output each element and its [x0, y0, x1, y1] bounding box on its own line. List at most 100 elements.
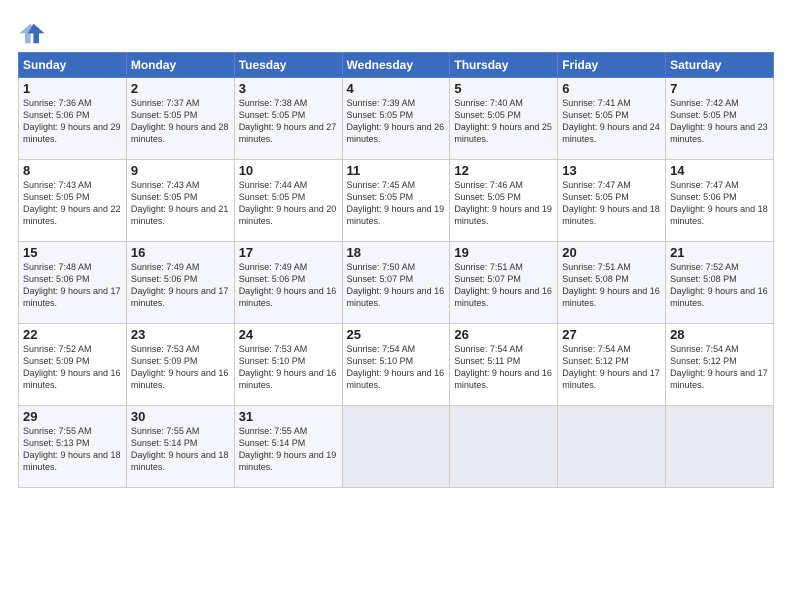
- day-info: Sunrise: 7:52 AM Sunset: 5:08 PM Dayligh…: [670, 261, 769, 310]
- calendar-cell: 21 Sunrise: 7:52 AM Sunset: 5:08 PM Dayl…: [666, 242, 774, 324]
- day-info: Sunrise: 7:49 AM Sunset: 5:06 PM Dayligh…: [131, 261, 230, 310]
- calendar-cell: 5 Sunrise: 7:40 AM Sunset: 5:05 PM Dayli…: [450, 78, 558, 160]
- calendar-page: SundayMondayTuesdayWednesdayThursdayFrid…: [0, 0, 792, 612]
- calendar-cell: 24 Sunrise: 7:53 AM Sunset: 5:10 PM Dayl…: [234, 324, 342, 406]
- calendar-cell: 17 Sunrise: 7:49 AM Sunset: 5:06 PM Dayl…: [234, 242, 342, 324]
- calendar-cell: 7 Sunrise: 7:42 AM Sunset: 5:05 PM Dayli…: [666, 78, 774, 160]
- day-number: 29: [23, 409, 122, 424]
- day-info: Sunrise: 7:43 AM Sunset: 5:05 PM Dayligh…: [23, 179, 122, 228]
- day-number: 16: [131, 245, 230, 260]
- day-info: Sunrise: 7:43 AM Sunset: 5:05 PM Dayligh…: [131, 179, 230, 228]
- day-number: 31: [239, 409, 338, 424]
- day-number: 14: [670, 163, 769, 178]
- weekday-header-wednesday: Wednesday: [342, 53, 450, 78]
- weekday-header-tuesday: Tuesday: [234, 53, 342, 78]
- calendar-cell: 12 Sunrise: 7:46 AM Sunset: 5:05 PM Dayl…: [450, 160, 558, 242]
- calendar-cell: 20 Sunrise: 7:51 AM Sunset: 5:08 PM Dayl…: [558, 242, 666, 324]
- calendar-cell: 29 Sunrise: 7:55 AM Sunset: 5:13 PM Dayl…: [19, 406, 127, 488]
- day-info: Sunrise: 7:39 AM Sunset: 5:05 PM Dayligh…: [347, 97, 446, 146]
- calendar-cell: 6 Sunrise: 7:41 AM Sunset: 5:05 PM Dayli…: [558, 78, 666, 160]
- day-info: Sunrise: 7:42 AM Sunset: 5:05 PM Dayligh…: [670, 97, 769, 146]
- calendar-cell: 11 Sunrise: 7:45 AM Sunset: 5:05 PM Dayl…: [342, 160, 450, 242]
- day-number: 3: [239, 81, 338, 96]
- day-info: Sunrise: 7:37 AM Sunset: 5:05 PM Dayligh…: [131, 97, 230, 146]
- calendar-cell: 30 Sunrise: 7:55 AM Sunset: 5:14 PM Dayl…: [126, 406, 234, 488]
- day-info: Sunrise: 7:47 AM Sunset: 5:05 PM Dayligh…: [562, 179, 661, 228]
- day-number: 26: [454, 327, 553, 342]
- week-row-3: 15 Sunrise: 7:48 AM Sunset: 5:06 PM Dayl…: [19, 242, 774, 324]
- calendar-cell: 8 Sunrise: 7:43 AM Sunset: 5:05 PM Dayli…: [19, 160, 127, 242]
- day-info: Sunrise: 7:53 AM Sunset: 5:09 PM Dayligh…: [131, 343, 230, 392]
- weekday-header-friday: Friday: [558, 53, 666, 78]
- calendar-table: SundayMondayTuesdayWednesdayThursdayFrid…: [18, 52, 774, 488]
- week-row-4: 22 Sunrise: 7:52 AM Sunset: 5:09 PM Dayl…: [19, 324, 774, 406]
- day-info: Sunrise: 7:41 AM Sunset: 5:05 PM Dayligh…: [562, 97, 661, 146]
- day-info: Sunrise: 7:54 AM Sunset: 5:12 PM Dayligh…: [562, 343, 661, 392]
- day-number: 2: [131, 81, 230, 96]
- week-row-2: 8 Sunrise: 7:43 AM Sunset: 5:05 PM Dayli…: [19, 160, 774, 242]
- day-info: Sunrise: 7:51 AM Sunset: 5:08 PM Dayligh…: [562, 261, 661, 310]
- day-number: 20: [562, 245, 661, 260]
- weekday-header-sunday: Sunday: [19, 53, 127, 78]
- weekday-header-saturday: Saturday: [666, 53, 774, 78]
- weekday-header-thursday: Thursday: [450, 53, 558, 78]
- day-number: 11: [347, 163, 446, 178]
- day-info: Sunrise: 7:52 AM Sunset: 5:09 PM Dayligh…: [23, 343, 122, 392]
- day-number: 24: [239, 327, 338, 342]
- week-row-5: 29 Sunrise: 7:55 AM Sunset: 5:13 PM Dayl…: [19, 406, 774, 488]
- calendar-cell: 28 Sunrise: 7:54 AM Sunset: 5:12 PM Dayl…: [666, 324, 774, 406]
- day-number: 10: [239, 163, 338, 178]
- calendar-cell: 16 Sunrise: 7:49 AM Sunset: 5:06 PM Dayl…: [126, 242, 234, 324]
- day-number: 8: [23, 163, 122, 178]
- calendar-cell: 1 Sunrise: 7:36 AM Sunset: 5:06 PM Dayli…: [19, 78, 127, 160]
- calendar-cell: 9 Sunrise: 7:43 AM Sunset: 5:05 PM Dayli…: [126, 160, 234, 242]
- day-number: 15: [23, 245, 122, 260]
- day-info: Sunrise: 7:49 AM Sunset: 5:06 PM Dayligh…: [239, 261, 338, 310]
- day-number: 30: [131, 409, 230, 424]
- day-number: 18: [347, 245, 446, 260]
- day-number: 6: [562, 81, 661, 96]
- day-info: Sunrise: 7:54 AM Sunset: 5:12 PM Dayligh…: [670, 343, 769, 392]
- logo-icon: [18, 18, 46, 46]
- day-number: 17: [239, 245, 338, 260]
- calendar-cell: 3 Sunrise: 7:38 AM Sunset: 5:05 PM Dayli…: [234, 78, 342, 160]
- day-number: 21: [670, 245, 769, 260]
- calendar-cell: [666, 406, 774, 488]
- calendar-cell: 26 Sunrise: 7:54 AM Sunset: 5:11 PM Dayl…: [450, 324, 558, 406]
- calendar-cell: 10 Sunrise: 7:44 AM Sunset: 5:05 PM Dayl…: [234, 160, 342, 242]
- day-info: Sunrise: 7:55 AM Sunset: 5:14 PM Dayligh…: [239, 425, 338, 474]
- day-number: 1: [23, 81, 122, 96]
- day-info: Sunrise: 7:38 AM Sunset: 5:05 PM Dayligh…: [239, 97, 338, 146]
- day-info: Sunrise: 7:40 AM Sunset: 5:05 PM Dayligh…: [454, 97, 553, 146]
- calendar-cell: 4 Sunrise: 7:39 AM Sunset: 5:05 PM Dayli…: [342, 78, 450, 160]
- day-info: Sunrise: 7:47 AM Sunset: 5:06 PM Dayligh…: [670, 179, 769, 228]
- day-info: Sunrise: 7:53 AM Sunset: 5:10 PM Dayligh…: [239, 343, 338, 392]
- calendar-cell: 25 Sunrise: 7:54 AM Sunset: 5:10 PM Dayl…: [342, 324, 450, 406]
- calendar-cell: 2 Sunrise: 7:37 AM Sunset: 5:05 PM Dayli…: [126, 78, 234, 160]
- day-number: 22: [23, 327, 122, 342]
- calendar-cell: 19 Sunrise: 7:51 AM Sunset: 5:07 PM Dayl…: [450, 242, 558, 324]
- day-info: Sunrise: 7:44 AM Sunset: 5:05 PM Dayligh…: [239, 179, 338, 228]
- header: [18, 18, 774, 46]
- weekday-header-monday: Monday: [126, 53, 234, 78]
- day-info: Sunrise: 7:45 AM Sunset: 5:05 PM Dayligh…: [347, 179, 446, 228]
- day-number: 13: [562, 163, 661, 178]
- day-number: 9: [131, 163, 230, 178]
- day-number: 4: [347, 81, 446, 96]
- day-number: 5: [454, 81, 553, 96]
- calendar-cell: 31 Sunrise: 7:55 AM Sunset: 5:14 PM Dayl…: [234, 406, 342, 488]
- day-info: Sunrise: 7:50 AM Sunset: 5:07 PM Dayligh…: [347, 261, 446, 310]
- calendar-cell: 22 Sunrise: 7:52 AM Sunset: 5:09 PM Dayl…: [19, 324, 127, 406]
- day-info: Sunrise: 7:51 AM Sunset: 5:07 PM Dayligh…: [454, 261, 553, 310]
- day-info: Sunrise: 7:36 AM Sunset: 5:06 PM Dayligh…: [23, 97, 122, 146]
- day-number: 19: [454, 245, 553, 260]
- calendar-cell: [558, 406, 666, 488]
- day-info: Sunrise: 7:48 AM Sunset: 5:06 PM Dayligh…: [23, 261, 122, 310]
- day-number: 25: [347, 327, 446, 342]
- day-number: 28: [670, 327, 769, 342]
- day-info: Sunrise: 7:55 AM Sunset: 5:14 PM Dayligh…: [131, 425, 230, 474]
- calendar-cell: 27 Sunrise: 7:54 AM Sunset: 5:12 PM Dayl…: [558, 324, 666, 406]
- day-info: Sunrise: 7:46 AM Sunset: 5:05 PM Dayligh…: [454, 179, 553, 228]
- day-info: Sunrise: 7:55 AM Sunset: 5:13 PM Dayligh…: [23, 425, 122, 474]
- calendar-cell: 15 Sunrise: 7:48 AM Sunset: 5:06 PM Dayl…: [19, 242, 127, 324]
